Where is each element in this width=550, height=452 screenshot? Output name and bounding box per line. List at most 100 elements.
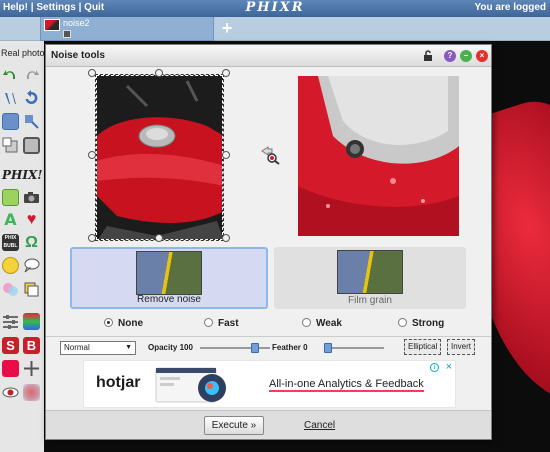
ad-close-icon[interactable]: ×: [446, 361, 452, 373]
document-thumbnail: [44, 19, 60, 31]
selection-handle[interactable]: [155, 69, 163, 77]
film-grain-label: Film grain: [348, 295, 392, 306]
app-logo: PHIXR: [245, 0, 305, 15]
radio-none[interactable]: None: [104, 318, 143, 329]
radio-label: Fast: [218, 318, 239, 329]
ad-illustration: [154, 366, 232, 406]
radio-dot[interactable]: [204, 318, 213, 327]
ad-info-icon[interactable]: i: [430, 363, 439, 372]
ad-headline-text: All-in-one Analytics & Feedback: [269, 378, 424, 392]
saturation-icon[interactable]: S: [2, 337, 19, 354]
blur-icon[interactable]: [23, 384, 40, 401]
film-grain-thumbnail: [337, 250, 403, 294]
selection-handle[interactable]: [88, 234, 96, 242]
adjustments-icon[interactable]: [2, 313, 19, 330]
flip-icon[interactable]: [2, 90, 19, 107]
radio-fast[interactable]: Fast: [204, 318, 239, 329]
crop-icon[interactable]: [23, 113, 40, 130]
radio-strong[interactable]: Strong: [398, 318, 444, 329]
sharpen-icon[interactable]: [23, 360, 40, 377]
red-eye-icon[interactable]: [2, 384, 19, 401]
color-balance-icon[interactable]: [23, 313, 40, 330]
help-icon[interactable]: ?: [444, 50, 456, 62]
chevron-down-icon: ▼: [125, 344, 132, 351]
radio-label: None: [118, 318, 143, 329]
ad-logo: hotjar: [96, 374, 140, 392]
login-status: You are logged: [474, 2, 547, 13]
effects-icon[interactable]: [2, 189, 19, 206]
ad-logo-text: hotjar: [96, 374, 141, 391]
cancel-link[interactable]: Cancel: [304, 420, 335, 431]
radio-weak[interactable]: Weak: [302, 318, 342, 329]
radio-dot[interactable]: [104, 318, 113, 327]
result-preview: [298, 76, 459, 236]
controls-row: Normal ▼ Opacity 100 Feather 0 Elliptica…: [46, 336, 491, 360]
text-icon[interactable]: A: [2, 211, 19, 228]
camera-icon[interactable]: [23, 189, 40, 206]
execute-button[interactable]: Execute »: [204, 416, 264, 435]
ad-headline: All-in-one Analytics & Feedback: [269, 378, 424, 392]
add-tab-button[interactable]: +: [218, 19, 236, 37]
document-settings-icon[interactable]: [63, 30, 71, 38]
radio-dot[interactable]: [398, 318, 407, 327]
advertisement[interactable]: hotjar All-in-one Analytics & Feedback i…: [83, 360, 456, 408]
original-preview[interactable]: [95, 74, 224, 241]
brightness-icon[interactable]: B: [23, 337, 40, 354]
blend-mode-value: Normal: [64, 343, 90, 352]
bubbles-icon[interactable]: PHIX BUBL: [2, 234, 19, 251]
selection-handle[interactable]: [155, 234, 163, 242]
noise-tool-icon[interactable]: [2, 360, 19, 377]
redo-icon[interactable]: [23, 66, 40, 83]
elliptical-toggle[interactable]: Elliptical: [404, 339, 442, 355]
opacity-slider[interactable]: [200, 343, 270, 353]
dialog-title: Noise tools: [51, 50, 105, 61]
compare-zoom-icon[interactable]: [260, 145, 280, 165]
opacity-label-text: Opacity: [148, 343, 178, 352]
feather-label-text: Feather: [272, 343, 301, 352]
layers-icon[interactable]: [23, 281, 40, 298]
close-icon[interactable]: ×: [476, 50, 488, 62]
feather-label: Feather 0: [272, 343, 308, 352]
film-grain-option[interactable]: Film grain: [274, 247, 466, 309]
document-tab-label: noise2: [63, 18, 90, 28]
speech-bubble-icon[interactable]: [23, 257, 40, 274]
rotate-icon[interactable]: [23, 90, 40, 107]
radio-label: Weak: [316, 318, 342, 329]
lock-icon[interactable]: [422, 50, 434, 62]
invert-toggle[interactable]: Invert: [447, 339, 476, 355]
opacity-value: 100: [179, 343, 193, 352]
dialog-header[interactable]: Noise tools ? – ×: [46, 45, 491, 67]
radio-dot[interactable]: [302, 318, 311, 327]
document-tab-strip: noise2 +: [0, 17, 550, 41]
smiley-icon[interactable]: [2, 257, 19, 274]
phix-label: PHIX!: [2, 168, 43, 182]
canvas-size-icon[interactable]: [2, 137, 19, 154]
dialog-footer: Execute » Cancel: [46, 410, 491, 439]
opacity-label: Opacity 100: [148, 343, 193, 352]
selection-handle[interactable]: [222, 234, 230, 242]
opacity-slider-thumb[interactable]: [251, 343, 259, 353]
feather-value: 0: [303, 343, 308, 352]
feather-slider[interactable]: [324, 343, 384, 353]
tool-sidebar: Real photo PHIX! A ♥ PHIX BUBL Ω S B: [0, 41, 45, 452]
top-bar: Help! | Settings | Quit PHIXR You are lo…: [0, 0, 550, 17]
selection-handle[interactable]: [88, 69, 96, 77]
selection-handle[interactable]: [222, 151, 230, 159]
shapes-icon[interactable]: [2, 281, 19, 298]
blend-mode-select[interactable]: Normal ▼: [60, 341, 136, 355]
feather-slider-thumb[interactable]: [324, 343, 332, 353]
remove-noise-option[interactable]: Remove noise: [70, 247, 268, 309]
minimize-icon[interactable]: –: [460, 50, 472, 62]
noise-tools-dialog: Noise tools ? – × Remove noise Film grai…: [45, 44, 492, 440]
remove-noise-label: Remove noise: [137, 294, 201, 305]
heart-icon[interactable]: ♥: [23, 211, 40, 228]
selection-handle[interactable]: [88, 151, 96, 159]
resize-icon[interactable]: [2, 113, 19, 130]
radio-label: Strong: [412, 318, 445, 329]
horseshoe-icon[interactable]: Ω: [23, 234, 40, 251]
undo-icon[interactable]: [2, 66, 19, 83]
document-tab[interactable]: noise2: [40, 17, 214, 41]
frame-icon[interactable]: [23, 137, 40, 154]
remove-noise-thumbnail: [136, 251, 202, 295]
selection-handle[interactable]: [222, 69, 230, 77]
